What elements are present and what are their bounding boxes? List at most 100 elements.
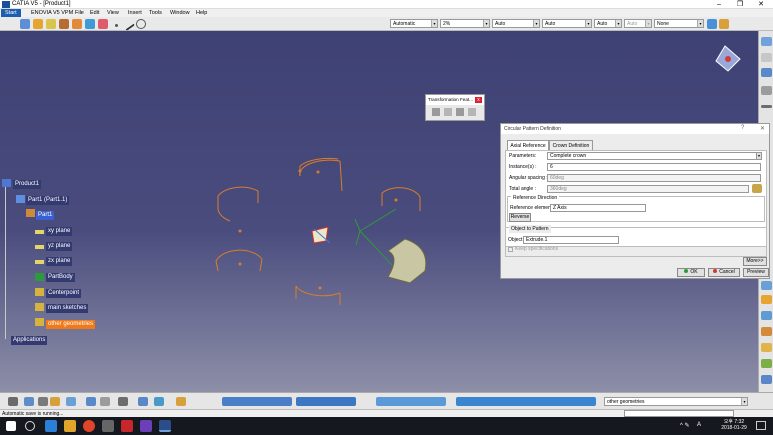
preview-button[interactable]: Preview (743, 268, 769, 277)
undo-icon[interactable] (66, 397, 76, 406)
tree-node-product[interactable]: Product1 (13, 180, 42, 189)
catalog-icon[interactable] (154, 397, 164, 406)
plane-icon[interactable] (136, 19, 146, 29)
layer-combo[interactable]: Auto ▾ (624, 19, 652, 28)
edge-icon[interactable] (45, 420, 57, 432)
tree-node-partbody[interactable]: PartBody (46, 273, 75, 282)
chevron-down-icon[interactable]: ▾ (756, 152, 762, 160)
line-weight-combo[interactable]: Auto ▾ (492, 19, 540, 28)
reference-element-field[interactable]: Z Axis (550, 204, 646, 212)
tree-node-part[interactable]: Part1 (36, 211, 55, 220)
whats-this-icon[interactable] (100, 397, 110, 406)
painter-icon[interactable] (707, 19, 717, 29)
point-icon[interactable] (115, 24, 118, 27)
help-button[interactable]: ? (741, 125, 744, 131)
analysis-tools-icon[interactable] (456, 397, 596, 406)
maximize-button[interactable]: ❐ (731, 0, 749, 9)
save-icon[interactable] (8, 397, 18, 406)
app-icon[interactable] (102, 420, 114, 432)
keep-spec-checkbox[interactable] (508, 247, 513, 252)
minimize-button[interactable]: – (710, 0, 728, 9)
dialog-close-button[interactable]: ✕ (760, 125, 765, 132)
cut-icon[interactable] (38, 397, 48, 406)
object-field[interactable]: Extrude.1 (523, 236, 619, 244)
transformation-close-button[interactable]: x (475, 97, 482, 103)
visual-studio-icon[interactable] (140, 420, 152, 432)
menu-edit[interactable]: Edit (86, 9, 103, 17)
symmetry-icon[interactable] (456, 108, 464, 116)
sketch-icon[interactable] (20, 19, 30, 29)
assembly-icon[interactable] (46, 19, 56, 29)
tree-node-centerpoint[interactable]: Centerpoint (46, 289, 82, 298)
knowledge-icon[interactable] (118, 397, 128, 406)
formula-icon[interactable] (752, 184, 762, 193)
menu-insert[interactable]: Insert (124, 9, 146, 17)
windows-start-icon[interactable] (6, 421, 16, 431)
ime-indicator[interactable]: A (697, 422, 701, 428)
insert-tools-icon[interactable] (376, 397, 446, 406)
reverse-button[interactable]: Reverse (509, 213, 531, 222)
tools-icon[interactable] (176, 397, 186, 406)
menu-help[interactable]: Help (192, 9, 211, 17)
axis-to-axis-icon[interactable] (468, 108, 476, 116)
view-tools-icon[interactable] (222, 397, 292, 406)
draft-icon[interactable] (761, 343, 772, 352)
tree-node-applications[interactable]: Applications (11, 336, 48, 345)
pattern-icon[interactable] (761, 281, 772, 290)
part-design-icon[interactable] (33, 19, 43, 29)
menu-enovia[interactable]: ENOVIA V5 VPM (27, 9, 77, 17)
tree-node-xy-plane[interactable]: xy plane (46, 227, 73, 236)
file-explorer-icon[interactable] (64, 420, 76, 432)
redo-icon[interactable] (86, 397, 96, 406)
select-icon[interactable] (761, 37, 772, 46)
menu-view[interactable]: View (103, 9, 123, 17)
split-icon[interactable] (761, 375, 772, 384)
curve-icon[interactable] (98, 19, 108, 29)
menu-start[interactable]: Start (1, 9, 21, 17)
close-button[interactable]: ✕ (752, 0, 770, 9)
instances-field[interactable]: 6 (547, 163, 761, 171)
tab-axial-reference[interactable]: Axial Reference (507, 140, 549, 150)
shape-icon[interactable] (72, 19, 82, 29)
paste-icon[interactable] (50, 397, 60, 406)
none-combo[interactable]: None ▾ (654, 19, 704, 28)
thickness-icon[interactable] (761, 327, 772, 336)
tree-node-yz-plane[interactable]: yz plane (46, 242, 73, 251)
rotate-icon[interactable] (444, 108, 452, 116)
clock[interactable]: 오후 7:32 2018-01-29 (719, 419, 749, 431)
flag-icon[interactable] (85, 19, 95, 29)
tree-node-main-sketches[interactable]: main sketches (46, 304, 89, 313)
parameters-select[interactable]: Complete crown (547, 152, 761, 160)
tree-node-zx-plane[interactable]: zx plane (46, 257, 73, 266)
tab-crown-definition[interactable]: Crown Definition (549, 140, 593, 150)
print-icon[interactable] (24, 397, 34, 406)
notifications-icon[interactable] (756, 421, 766, 430)
render-tools-icon[interactable] (296, 397, 356, 406)
menu-tools[interactable]: Tools (145, 9, 166, 17)
more-button[interactable]: More>> (743, 257, 767, 266)
properties-icon[interactable] (719, 19, 729, 29)
chrome-icon[interactable] (83, 420, 95, 432)
menu-window[interactable]: Window (166, 9, 194, 17)
tree-node-other-geometries[interactable]: other geometries (46, 320, 96, 329)
acrobat-icon[interactable] (121, 420, 133, 432)
translate-icon[interactable] (432, 108, 440, 116)
tree-node-part-instance[interactable]: Part1 (Part1.1) (26, 196, 70, 205)
annotation-icon[interactable] (761, 86, 772, 95)
transparency-combo[interactable]: 2% ▾ (440, 19, 490, 28)
cursor-icon[interactable] (761, 53, 772, 62)
scale-icon[interactable] (761, 311, 772, 320)
tray-icons[interactable]: ^ ✎ (680, 422, 690, 429)
shell-icon[interactable] (761, 359, 772, 368)
cancel-button[interactable]: Cancel (708, 268, 740, 277)
catia-taskbar-icon[interactable] (159, 420, 171, 432)
search-icon[interactable] (25, 421, 35, 431)
ok-button[interactable]: OK (677, 268, 705, 277)
geometry-combo[interactable]: other geometries ▾ (604, 397, 748, 406)
command-input[interactable] (624, 410, 734, 417)
mirror-icon[interactable] (761, 295, 772, 304)
total-angle-field[interactable]: 360deg (547, 185, 749, 193)
measure-icon[interactable] (761, 68, 772, 77)
line-type-combo[interactable]: Auto ▾ (542, 19, 592, 28)
render-combo[interactable]: Automatic ▾ (390, 19, 438, 28)
